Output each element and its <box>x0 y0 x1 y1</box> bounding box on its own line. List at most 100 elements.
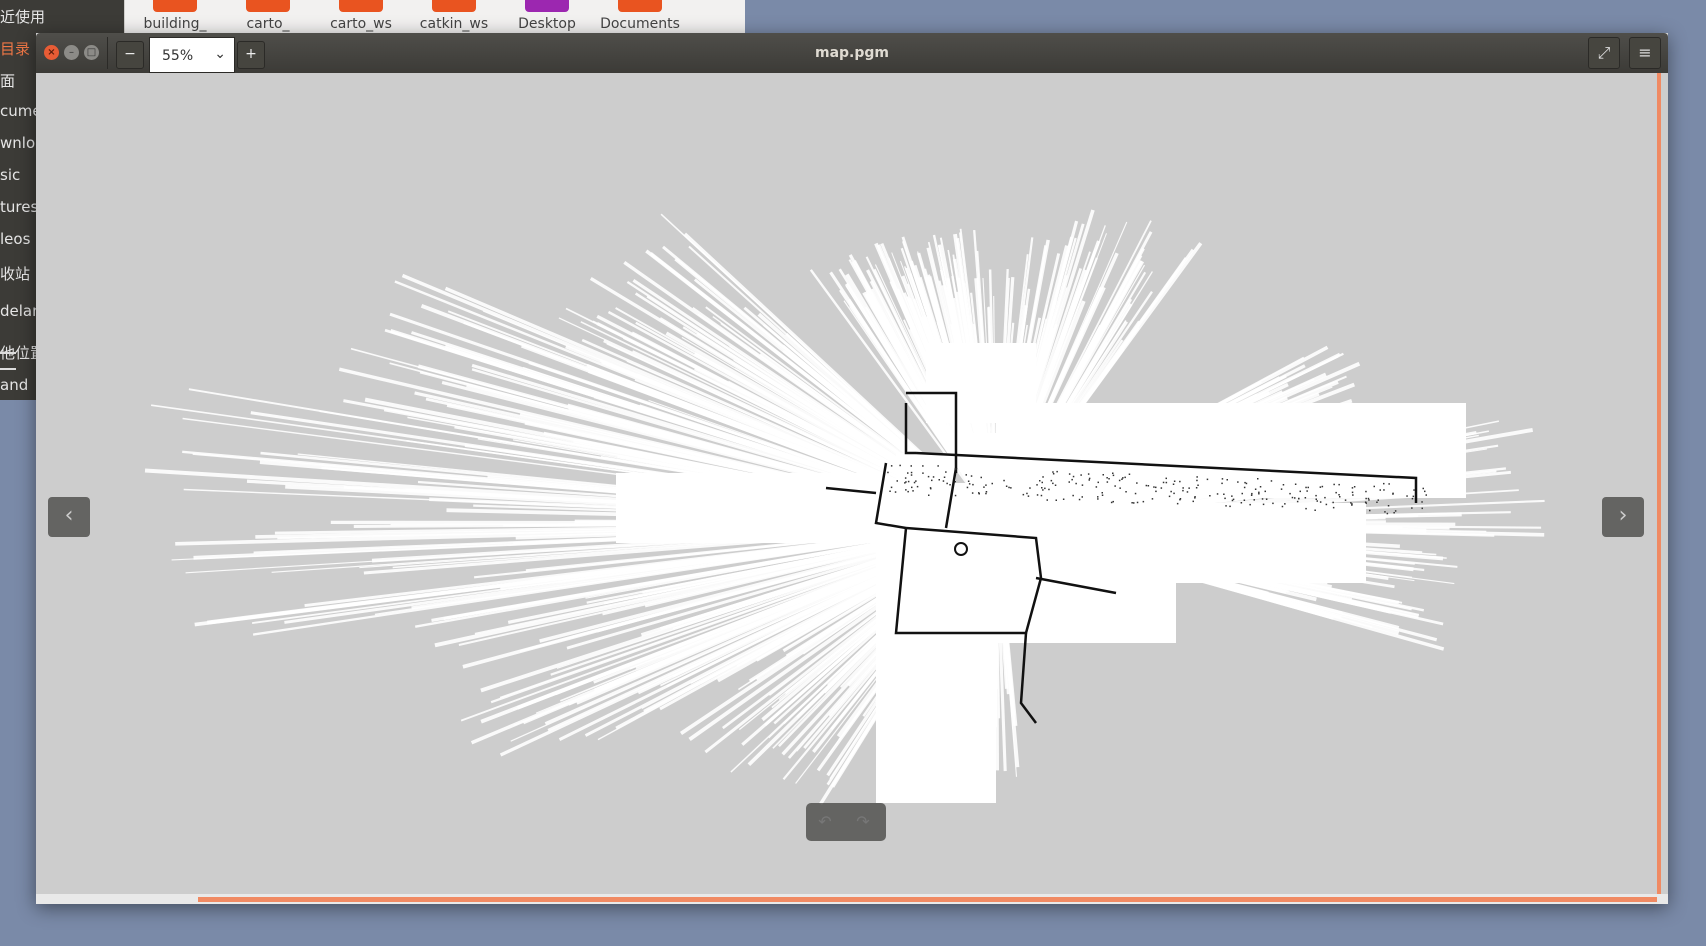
map-noise <box>1101 492 1103 494</box>
map-noise <box>1088 477 1091 480</box>
map-noise <box>1108 478 1110 480</box>
map-noise <box>890 465 893 467</box>
map-noise <box>943 476 946 478</box>
map-noise <box>1036 494 1039 496</box>
menu-button[interactable]: ≡ <box>1629 37 1661 69</box>
horizontal-scrollbar[interactable] <box>36 894 1668 904</box>
map-noise <box>1041 487 1043 489</box>
map-noise <box>910 471 913 474</box>
map-noise <box>1421 501 1423 503</box>
map-noise <box>1294 483 1297 485</box>
map-noise <box>1131 502 1133 504</box>
map-noise <box>1424 490 1426 493</box>
map-noise <box>1265 498 1268 500</box>
previous-image-button[interactable]: ‹ <box>48 497 90 537</box>
folder-item[interactable]: catkin_ws <box>408 0 500 32</box>
map-noise <box>1106 477 1108 479</box>
map-noise <box>1026 492 1028 495</box>
map-noise <box>1388 483 1390 485</box>
map-noise <box>889 490 891 492</box>
map-free-space <box>616 473 886 543</box>
map-noise <box>1258 493 1260 495</box>
map-noise <box>929 487 932 489</box>
sidebar-item[interactable]: 近使用 <box>0 6 124 27</box>
folder-icon <box>525 0 569 12</box>
folder-label: catkin_ws <box>419 16 489 32</box>
map-noise <box>1245 482 1248 485</box>
map-noise <box>1101 494 1104 496</box>
map-noise <box>1392 493 1394 495</box>
map-noise <box>1081 484 1084 486</box>
map-noise <box>1298 497 1300 500</box>
chevron-left-icon: ‹ <box>64 503 74 528</box>
map-noise <box>1196 476 1198 478</box>
map-noise <box>1147 485 1150 487</box>
map-noise <box>1118 479 1121 482</box>
map-noise <box>1068 481 1070 483</box>
map-noise <box>1196 479 1198 482</box>
map-noise <box>1044 487 1046 490</box>
drive-icon <box>0 352 16 370</box>
rotate-right-button[interactable]: ↷ <box>844 803 882 841</box>
map-noise <box>1122 477 1124 479</box>
map-noise <box>932 476 935 478</box>
map-noise <box>1216 493 1219 495</box>
map-noise <box>1264 490 1266 493</box>
map-noise <box>1262 503 1265 506</box>
map-noise <box>1229 505 1231 508</box>
map-noise <box>1056 470 1058 473</box>
map-noise <box>1332 501 1334 504</box>
map-noise <box>1128 473 1131 475</box>
map-noise <box>1010 487 1012 489</box>
map-noise <box>1306 490 1308 492</box>
folder-item[interactable]: building_ <box>129 0 221 32</box>
map-noise <box>1052 471 1054 473</box>
map-noise <box>1168 495 1171 498</box>
map-noise <box>1237 481 1239 483</box>
map-noise <box>1072 494 1074 497</box>
folder-item[interactable]: Documents <box>594 0 686 32</box>
map-noise <box>1142 500 1145 503</box>
map-noise <box>931 479 933 482</box>
map-noise <box>1197 484 1199 486</box>
map-noise <box>1351 491 1354 494</box>
map-noise <box>1393 512 1395 514</box>
map-noise <box>1155 490 1157 493</box>
map-noise <box>1254 488 1257 490</box>
folder-item[interactable]: Desktop <box>501 0 593 32</box>
map-noise <box>954 494 957 497</box>
map-noise <box>1022 493 1025 496</box>
map-noise <box>1194 496 1196 498</box>
map-noise <box>1106 481 1109 483</box>
map-noise <box>1050 479 1053 482</box>
folder-icon <box>339 0 383 12</box>
map-noise <box>938 479 940 481</box>
map-noise <box>1102 474 1104 476</box>
map-noise <box>1136 482 1138 484</box>
map-noise <box>1338 483 1340 486</box>
map-noise <box>983 486 985 488</box>
map-noise <box>1112 500 1114 503</box>
fullscreen-button[interactable]: ⤢ <box>1588 37 1620 69</box>
map-noise <box>1240 502 1243 504</box>
map-noise <box>991 482 993 485</box>
image-canvas[interactable]: ‹ › ↶ ↷ <box>36 73 1657 894</box>
map-noise <box>980 476 982 479</box>
rotate-left-button[interactable]: ↶ <box>806 803 844 841</box>
scrollbar-thumb[interactable] <box>198 897 1657 902</box>
map-noise <box>1225 505 1227 507</box>
map-noise <box>927 475 930 478</box>
next-image-button[interactable]: › <box>1602 497 1644 537</box>
title-bar: × – □ − 55% ⌄ + map.pgm ⤢ ≡ <box>36 33 1668 73</box>
map-noise <box>1078 498 1081 501</box>
map-noise <box>1173 480 1176 482</box>
vertical-scrollbar[interactable] <box>1657 73 1668 904</box>
map-noise <box>1155 486 1157 489</box>
map-noise <box>1368 499 1370 501</box>
map-noise <box>1182 489 1184 492</box>
folder-item[interactable]: carto_ws <box>315 0 407 32</box>
map-noise <box>1243 486 1246 489</box>
map-noise <box>887 471 889 474</box>
folder-icon <box>153 0 197 12</box>
folder-item[interactable]: carto_ <box>222 0 314 32</box>
